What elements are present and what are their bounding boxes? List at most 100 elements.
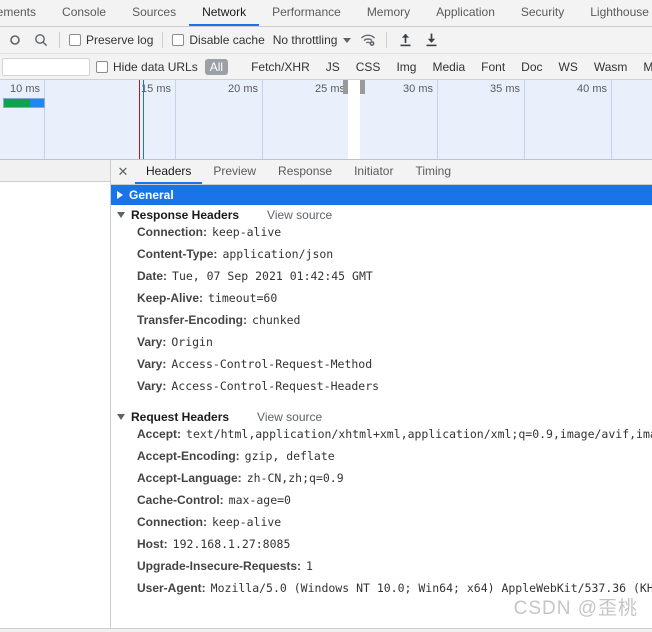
timeline-tick-label: 30 ms (403, 83, 433, 95)
resource-type-fetch-xhr[interactable]: Fetch/XHR (246, 59, 315, 75)
request-list-body[interactable] (0, 182, 110, 632)
header-value: keep-alive (212, 225, 282, 239)
export-har-icon[interactable] (418, 27, 444, 53)
view-source-link[interactable]: View source (257, 410, 322, 424)
header-value: Access-Control-Request-Headers (171, 379, 380, 393)
resource-type-wasm[interactable]: Wasm (589, 59, 633, 75)
resource-type-all[interactable]: All (204, 58, 229, 75)
tab-label: Headers (146, 164, 192, 178)
header-value: application/json (222, 247, 334, 261)
panel-tab-application[interactable]: Application (423, 0, 508, 26)
dom-content-loaded-marker (139, 80, 140, 159)
section-response-headers[interactable]: Response Headers View source (111, 205, 652, 225)
tab-initiator[interactable]: Initiator (343, 160, 404, 184)
timeline-gridline (175, 80, 176, 159)
panel-tab-elements[interactable]: lements (0, 0, 49, 26)
header-row: User-Agent: Mozilla/5.0 (Windows NT 10.0… (111, 581, 652, 603)
header-value: Mozilla/5.0 (Windows NT 10.0; Win64; x64… (210, 581, 652, 595)
devtools-panel-tabs: lements Console Sources Network Performa… (0, 0, 652, 27)
timeline-tick-label: 35 ms (490, 83, 520, 95)
header-name: Content-Type: (137, 247, 218, 261)
panel-tab-security[interactable]: Security (508, 0, 577, 26)
header-row: Vary: Access-Control-Request-Method (111, 357, 652, 379)
header-name: Accept-Language: (137, 471, 242, 485)
request-bar-segment-green (4, 99, 30, 107)
panel-tab-sources[interactable]: Sources (119, 0, 189, 26)
header-row: Upgrade-Insecure-Requests: 1 (111, 559, 652, 581)
header-value: 192.168.1.27:8085 (172, 537, 291, 551)
header-name: Accept-Encoding: (137, 449, 240, 463)
network-toolbar: Preserve log Disable cache No throttling (0, 27, 652, 54)
resource-type-doc[interactable]: Doc (516, 59, 547, 75)
network-overview-timeline[interactable]: 10 ms 15 ms 20 ms 25 ms 30 ms 35 ms 40 m… (0, 80, 652, 160)
timeline-tick-label: 15 ms (141, 83, 171, 95)
header-value: Access-Control-Request-Method (171, 357, 373, 371)
header-name: Vary: (137, 379, 167, 393)
tab-response[interactable]: Response (267, 160, 343, 184)
record-icon[interactable] (2, 27, 28, 53)
resource-type-label: Wasm (593, 59, 628, 74)
headers-pane[interactable]: General Response Headers View source Con… (111, 185, 652, 632)
panel-tab-memory[interactable]: Memory (354, 0, 423, 26)
timeline-gridline (611, 80, 612, 159)
resource-type-label: Manifest (643, 59, 652, 74)
overview-selection-window[interactable] (348, 80, 360, 159)
devtools-window: lements Console Sources Network Performa… (0, 0, 652, 632)
view-source-link[interactable]: View source (267, 208, 332, 222)
chevron-right-icon (117, 191, 123, 199)
panel-tab-label: Network (202, 5, 247, 19)
tab-timing[interactable]: Timing (404, 160, 462, 184)
header-row: Vary: Origin (111, 335, 652, 357)
header-name: Transfer-Encoding: (137, 313, 248, 327)
request-detail-pane: ✕ Headers Preview Response Initiator Tim… (111, 160, 652, 632)
panel-tab-performance[interactable]: Performance (259, 0, 354, 26)
preserve-log-checkbox[interactable]: Preserve log (65, 33, 157, 47)
search-icon[interactable] (28, 27, 54, 53)
overview-window-handle-right[interactable] (360, 80, 365, 94)
resource-type-media[interactable]: Media (427, 59, 470, 75)
chevron-down-icon (343, 37, 352, 43)
tab-preview[interactable]: Preview (202, 160, 267, 184)
header-name: Accept: (137, 427, 182, 441)
resource-type-label: Media (432, 59, 466, 74)
panel-tab-console[interactable]: Console (49, 0, 119, 26)
header-row: Accept-Encoding: gzip, deflate (111, 449, 652, 471)
throttling-select[interactable]: No throttling (269, 33, 356, 47)
tab-headers[interactable]: Headers (135, 160, 203, 184)
header-name: Vary: (137, 335, 167, 349)
wifi-settings-icon[interactable] (355, 27, 381, 53)
close-icon[interactable]: ✕ (111, 160, 135, 184)
overview-window-handle-left[interactable] (343, 80, 348, 94)
section-request-headers[interactable]: Request Headers View source (111, 407, 652, 427)
request-list[interactable] (0, 160, 111, 632)
resource-type-ws[interactable]: WS (554, 59, 583, 75)
header-name: Keep-Alive: (137, 291, 204, 305)
panel-tab-lighthouse[interactable]: Lighthouse (577, 0, 652, 26)
resource-type-img[interactable]: Img (391, 59, 421, 75)
tab-label: Initiator (354, 164, 394, 178)
resource-type-label: Doc (521, 59, 543, 74)
panel-tab-network[interactable]: Network (189, 0, 260, 26)
header-value: Origin (171, 335, 213, 349)
resource-type-font[interactable]: Font (476, 59, 510, 75)
resource-type-manifest[interactable]: Manifest (638, 59, 652, 75)
panel-tab-label: Sources (132, 5, 177, 19)
import-har-icon[interactable] (392, 27, 418, 53)
header-row: Accept-Language: zh-CN,zh;q=0.9 (111, 471, 652, 493)
panel-tab-label: Performance (272, 5, 341, 19)
panel-tab-label: Application (436, 5, 495, 19)
timeline-tick-label: 40 ms (577, 83, 607, 95)
resource-type-css[interactable]: CSS (351, 59, 386, 75)
request-detail-tabs: ✕ Headers Preview Response Initiator Tim… (111, 160, 652, 185)
timeline-gridline (262, 80, 263, 159)
panel-tab-label: Memory (366, 5, 411, 19)
hide-data-urls-checkbox[interactable]: Hide data URLs (92, 60, 202, 74)
section-title: Request Headers (131, 410, 230, 424)
resource-type-label: Img (396, 59, 417, 74)
section-general[interactable]: General (111, 185, 652, 205)
throttling-value: No throttling (272, 33, 338, 47)
disable-cache-checkbox[interactable]: Disable cache (168, 33, 268, 47)
filter-input[interactable] (2, 57, 90, 76)
resource-type-js[interactable]: JS (321, 59, 345, 75)
panel-tab-label: Console (62, 5, 107, 19)
